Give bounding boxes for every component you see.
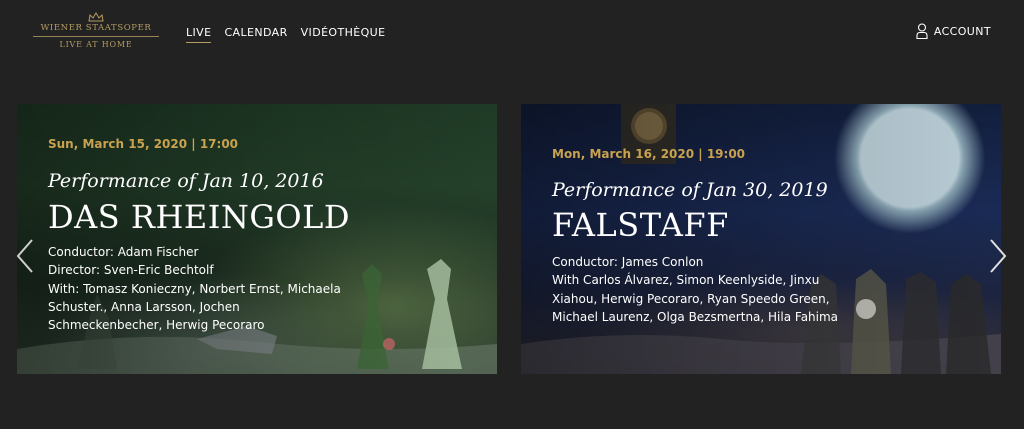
- opera-title[interactable]: DAS RHEINGOLD: [48, 198, 350, 236]
- nav-videotheque[interactable]: VIDÉOTHÈQUE: [301, 26, 386, 43]
- performance-date: Performance of Jan 30, 2019: [552, 179, 828, 201]
- chevron-left-icon[interactable]: [14, 238, 36, 274]
- account-link[interactable]: ACCOUNT: [916, 23, 991, 39]
- credit-line: With Carlos Álvarez, Simon Keenlyside, J…: [552, 273, 820, 288]
- broadcast-date: Mon, March 16, 2020 | 19:00: [552, 147, 746, 161]
- account-label: ACCOUNT: [933, 24, 991, 38]
- opera-title[interactable]: FALSTAFF: [552, 206, 729, 244]
- main-nav: LIVE CALENDAR VIDÉOTHÈQUE: [186, 26, 385, 43]
- performance-card-falstaff[interactable]: Mon, March 16, 2020 | 19:00 Performance …: [521, 104, 1001, 374]
- nav-live[interactable]: LIVE: [186, 26, 212, 43]
- credit-line: Xiahou, Herwig Pecoraro, Ryan Speedo Gre…: [552, 291, 830, 306]
- credit-line: Director: Sven-Eric Bechtolf: [48, 263, 214, 278]
- user-icon: [916, 23, 928, 39]
- credit-line: Schmeckenbecher, Herwig Pecoraro: [48, 318, 265, 333]
- broadcast-date: Sun, March 15, 2020 | 17:00: [48, 137, 239, 151]
- credit-line: Conductor: James Conlon: [552, 255, 704, 269]
- credits: Conductor: James Conlon With Carlos Álva…: [552, 253, 838, 326]
- credit-line: Conductor: Adam Fischer: [48, 245, 199, 259]
- brand-name: WIENER STAATSOPER: [40, 23, 152, 33]
- performance-date: Performance of Jan 10, 2016: [48, 170, 324, 192]
- credits: Conductor: Adam Fischer Director: Sven-E…: [48, 243, 341, 334]
- credit-line: Schuster., Anna Larsson, Jochen: [48, 299, 240, 314]
- chevron-right-icon[interactable]: [987, 238, 1009, 274]
- site-logo[interactable]: WIENER STAATSOPER LIVE AT HOME: [31, 12, 161, 56]
- credit-line: With: Tomasz Konieczny, Norbert Ernst, M…: [48, 281, 341, 296]
- crown-icon: [88, 12, 104, 22]
- brand-tagline: LIVE AT HOME: [59, 40, 133, 49]
- nav-calendar[interactable]: CALENDAR: [224, 26, 287, 43]
- logo-divider: [33, 36, 159, 37]
- performance-card-rheingold[interactable]: Sun, March 15, 2020 | 17:00 Performance …: [17, 104, 497, 374]
- credit-line: Michael Laurenz, Olga Bezsmertna, Hila F…: [552, 309, 839, 324]
